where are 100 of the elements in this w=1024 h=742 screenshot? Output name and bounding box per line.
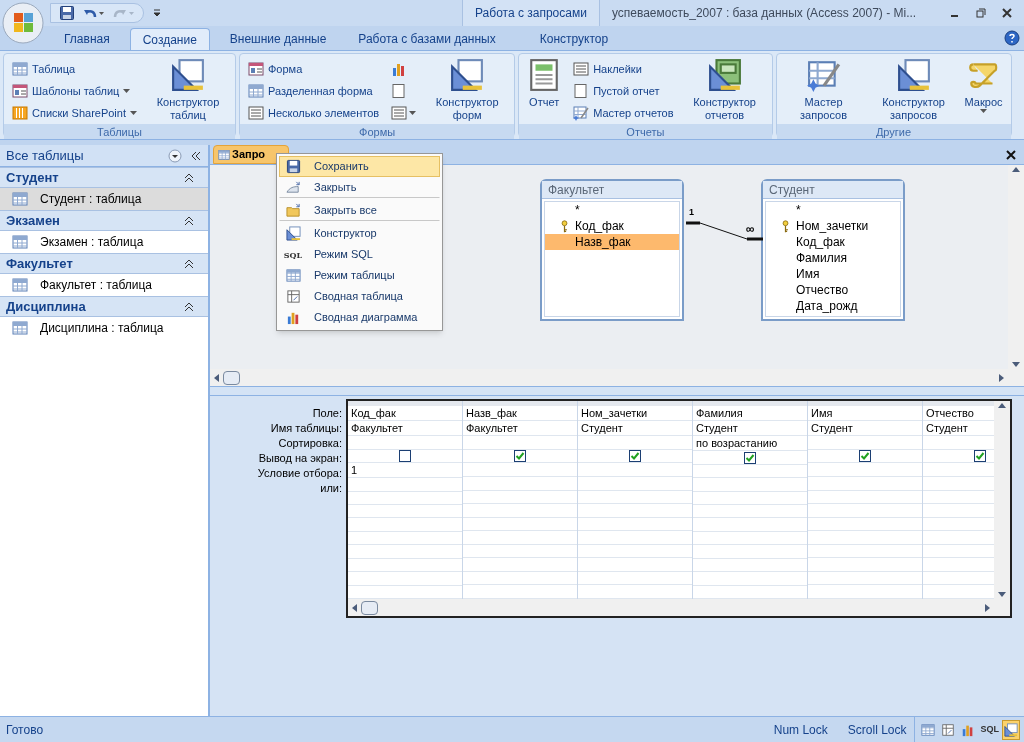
field-row[interactable]: Фамилия — [766, 250, 900, 266]
customize-toolbar-icon[interactable] — [152, 8, 162, 18]
field-row[interactable]: * — [766, 202, 900, 218]
ribbon-tab[interactable]: Внешние данные — [217, 28, 339, 50]
ribbon-large-button[interactable]: Отчет — [525, 58, 564, 124]
grid-cell[interactable]: Студент — [581, 420, 623, 437]
ribbon-tab[interactable]: Главная — [52, 28, 122, 50]
view-button[interactable]: SQL — [979, 719, 1000, 740]
ribbon-large-button[interactable]: Конструктор форм — [426, 58, 509, 124]
ribbon-large-button[interactable]: Мастер запросов — [782, 58, 865, 124]
ribbon-button[interactable]: Пустой отчет — [571, 80, 676, 102]
menu-item[interactable]: SQL Режим SQL — [279, 244, 440, 265]
nav-group-header[interactable]: Факультет — [0, 253, 208, 274]
field-row[interactable]: Ном_зачетки — [766, 218, 900, 234]
ribbon-large-button[interactable]: Конструктор таблиц — [147, 58, 229, 124]
ribbon-tab[interactable]: Работа с базами данных — [346, 28, 508, 50]
ribbon-icon — [573, 61, 590, 77]
field-row[interactable]: Дата_рожд — [766, 298, 900, 314]
grid-row-label: Условие отбора: — [257, 466, 342, 481]
menu-item[interactable]: Конструктор — [279, 223, 440, 244]
field-row[interactable]: Код_фак — [766, 234, 900, 250]
table-icon — [12, 191, 28, 207]
vertical-scrollbar[interactable] — [994, 401, 1010, 599]
field-row[interactable]: Назв_фак — [545, 234, 679, 250]
ribbon-group-title: Отчеты — [519, 124, 772, 139]
grid-cell[interactable]: Код_фак — [351, 405, 396, 422]
table-icon — [12, 320, 28, 336]
grid-cell[interactable]: Факультет — [351, 420, 403, 437]
ribbon-button[interactable]: Наклейки — [571, 58, 676, 80]
grid-cell[interactable]: по возрастанию — [696, 435, 778, 452]
nav-group-header[interactable]: Дисциплина — [0, 296, 208, 317]
menu-item[interactable]: Сводная диаграмма — [279, 307, 440, 328]
ribbon-icon — [12, 105, 28, 121]
view-button[interactable] — [1002, 719, 1020, 740]
menu-item[interactable]: Режим таблицы — [279, 265, 440, 286]
ribbon-tab[interactable]: Конструктор — [527, 28, 621, 50]
close-icon[interactable] — [1002, 8, 1012, 18]
scroll-right-icon[interactable] — [999, 373, 1004, 382]
checkbox[interactable] — [514, 450, 526, 463]
menu-item[interactable]: Закрыть — [279, 177, 440, 198]
ribbon-large-button[interactable]: Конструктор отчетов — [683, 58, 766, 124]
restore-icon[interactable] — [976, 8, 986, 18]
scroll-thumb[interactable] — [223, 370, 240, 385]
menu-item[interactable]: Закрыть все — [279, 200, 440, 221]
menu-item[interactable]: Сводная таблица — [279, 286, 440, 307]
nav-group-header[interactable]: Экзамен — [0, 210, 208, 231]
scroll-left-icon[interactable] — [352, 603, 357, 612]
nav-group-header[interactable]: Студент — [0, 167, 208, 188]
grid-cell[interactable]: 1 — [351, 461, 358, 479]
horizontal-scrollbar[interactable] — [348, 599, 1010, 616]
document-tab[interactable]: Запро — [213, 145, 289, 164]
ribbon-button[interactable]: Форма — [246, 58, 382, 80]
ribbon-button[interactable]: Несколько элементов — [246, 102, 382, 124]
field-row[interactable]: * — [545, 202, 679, 218]
scroll-right-icon[interactable] — [985, 603, 990, 612]
menu-item[interactable]: Сохранить — [279, 156, 440, 177]
grid-cell[interactable]: Фамилия — [696, 405, 743, 422]
grid-cell[interactable]: Факультет — [466, 420, 518, 437]
scroll-up-icon[interactable] — [998, 403, 1006, 408]
checkbox[interactable] — [859, 450, 871, 463]
field-row[interactable]: Имя — [766, 266, 900, 282]
table-field-list[interactable]: Факультет * Код_фак Назв_фак — [540, 179, 684, 321]
help-icon[interactable] — [1004, 30, 1020, 46]
checkbox[interactable] — [974, 450, 986, 463]
scroll-down-icon[interactable] — [998, 592, 1006, 597]
close-icon[interactable] — [1006, 150, 1016, 160]
vertical-scrollbar[interactable] — [1008, 165, 1024, 369]
menu-icon — [285, 289, 301, 304]
checkbox[interactable] — [744, 451, 756, 464]
field-row[interactable]: Отчество — [766, 282, 900, 298]
nav-item[interactable]: Студент : таблица — [0, 188, 208, 210]
field-row[interactable]: Код_фак — [545, 218, 679, 234]
query-icon — [218, 148, 230, 161]
dropdown-icon[interactable] — [168, 148, 182, 163]
horizontal-scrollbar[interactable] — [210, 369, 1024, 386]
grid-cell[interactable]: Студент — [696, 420, 738, 437]
ribbon-large-button[interactable]: Конструктор запросов — [872, 58, 955, 124]
ribbon-button[interactable]: Шаблоны таблиц — [10, 80, 139, 102]
grid-cell[interactable]: Отчество — [926, 405, 974, 422]
scroll-down-icon[interactable] — [1012, 362, 1020, 367]
window-title: успеваемость_2007 : база данных (Access 2007) - Mi... — [611, 5, 917, 22]
ribbon-button[interactable]: Разделенная форма — [246, 80, 382, 102]
ribbon-button[interactable]: Мастер отчетов — [571, 102, 676, 124]
scroll-up-icon[interactable] — [1012, 167, 1020, 172]
ribbon-tab[interactable]: Создание — [129, 28, 210, 50]
ribbon-large-button[interactable]: Макрос — [962, 58, 1005, 124]
ribbon-button[interactable]: Таблица — [10, 58, 139, 80]
checkbox[interactable] — [629, 450, 641, 463]
scroll-thumb[interactable] — [361, 600, 378, 615]
grid-cell[interactable]: Ном_зачетки — [581, 405, 648, 422]
grid-cell[interactable]: Студент — [926, 420, 968, 437]
ribbon-icon — [391, 83, 408, 99]
grid-cell[interactable]: Студент — [811, 420, 853, 437]
grid-cell[interactable]: Имя — [811, 405, 833, 422]
sql-icon: SQL — [283, 248, 303, 261]
collapse-pane-icon[interactable] — [190, 149, 202, 162]
grid-cell[interactable]: Назв_фак — [466, 405, 517, 422]
ribbon-button[interactable]: Списки SharePoint — [10, 102, 139, 124]
scroll-left-icon[interactable] — [214, 373, 219, 382]
table-field-list[interactable]: Студент * Ном_зачетки Код_фак Фамилия Имя Отчество Дата_рожд — [761, 179, 905, 321]
